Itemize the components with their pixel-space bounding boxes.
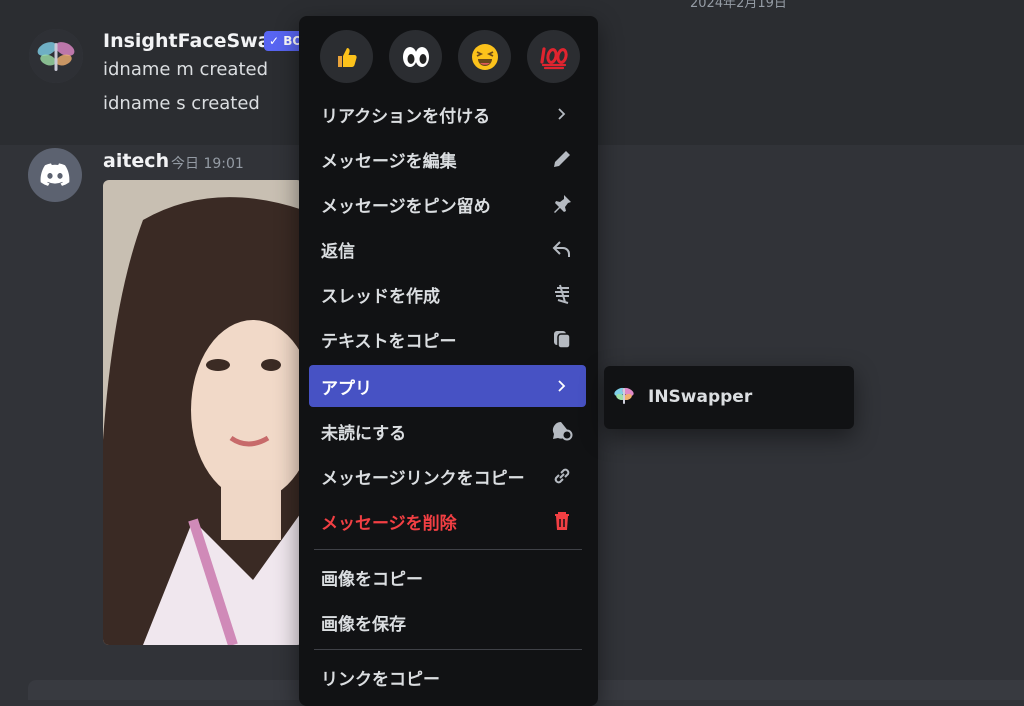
dragonfly-logo-icon bbox=[29, 29, 83, 83]
apps-submenu: INSwapper bbox=[604, 366, 854, 429]
menu-label: 未読にする bbox=[321, 423, 407, 444]
menu-label: 画像を保存 bbox=[321, 614, 406, 635]
reaction-eyes-button[interactable] bbox=[389, 30, 442, 83]
menu-create-thread[interactable]: スレッドを作成 bbox=[309, 273, 586, 315]
bot-avatar[interactable] bbox=[29, 29, 83, 83]
laughing-face-icon bbox=[471, 43, 498, 70]
user-username[interactable]: aitech bbox=[103, 150, 169, 172]
chevron-right-icon bbox=[550, 102, 574, 126]
chevron-right-icon bbox=[550, 374, 574, 398]
date-divider: 2024年2月19日 bbox=[690, 0, 787, 11]
menu-label: リアクションを付ける bbox=[321, 106, 491, 127]
quick-reactions bbox=[320, 30, 580, 84]
message-timestamp: 今日 19:01 bbox=[171, 156, 244, 172]
menu-label: テキストをコピー bbox=[321, 331, 457, 352]
reaction-laughing-button[interactable] bbox=[458, 30, 511, 83]
copy-text-icon bbox=[550, 327, 574, 351]
menu-reply[interactable]: 返信 bbox=[309, 228, 586, 270]
reaction-hundred-button[interactable] bbox=[527, 30, 580, 83]
reply-icon bbox=[550, 237, 574, 261]
menu-divider bbox=[314, 649, 582, 650]
menu-label: メッセージを削除 bbox=[321, 513, 457, 534]
message-line: idname s created bbox=[103, 93, 260, 114]
menu-mark-unread[interactable]: 未読にする bbox=[309, 410, 586, 452]
menu-label: メッセージリンクをコピー bbox=[321, 468, 525, 489]
attached-image[interactable] bbox=[103, 180, 303, 645]
eyes-icon bbox=[402, 46, 429, 67]
menu-label: メッセージをピン留め bbox=[321, 196, 491, 217]
menu-add-reaction[interactable]: リアクションを付ける bbox=[309, 93, 586, 135]
menu-pin-message[interactable]: メッセージをピン留め bbox=[309, 183, 586, 225]
menu-label: 画像をコピー bbox=[321, 569, 423, 590]
menu-label: 返信 bbox=[321, 241, 355, 262]
submenu-item-inswapper[interactable]: INSwapper bbox=[612, 374, 846, 420]
menu-label: リンクをコピー bbox=[321, 669, 440, 690]
message-context-menu: リアクションを付ける メッセージを編集 メッセージをピン留め 返信 スレッドを作… bbox=[299, 16, 598, 706]
menu-copy-message-link[interactable]: メッセージリンクをコピー bbox=[309, 455, 586, 497]
menu-edit-message[interactable]: メッセージを編集 bbox=[309, 138, 586, 180]
portrait-photo bbox=[103, 180, 303, 645]
user-avatar[interactable] bbox=[28, 148, 82, 202]
bot-username[interactable]: InsightFaceSwap bbox=[103, 30, 284, 52]
menu-delete-message[interactable]: メッセージを削除 bbox=[309, 500, 586, 542]
menu-divider bbox=[314, 549, 582, 550]
pin-icon bbox=[550, 192, 574, 216]
submenu-item-label: INSwapper bbox=[648, 387, 753, 407]
pencil-icon bbox=[550, 147, 574, 171]
discord-logo-icon bbox=[40, 163, 70, 186]
menu-label: アプリ bbox=[321, 378, 372, 399]
link-icon bbox=[550, 464, 574, 488]
hundred-points-icon bbox=[539, 46, 568, 69]
menu-copy-text[interactable]: テキストをコピー bbox=[309, 318, 586, 360]
thread-icon bbox=[550, 282, 574, 306]
thumbs-up-icon bbox=[337, 47, 357, 67]
menu-copy-image[interactable]: 画像をコピー bbox=[309, 556, 586, 598]
mark-unread-icon bbox=[550, 419, 574, 443]
bot-badge: ✓ BOT bbox=[264, 31, 304, 51]
menu-label: メッセージを編集 bbox=[321, 151, 457, 172]
menu-apps[interactable]: アプリ bbox=[309, 365, 586, 407]
reaction-thumbs-up-button[interactable] bbox=[320, 30, 373, 83]
menu-save-image[interactable]: 画像を保存 bbox=[309, 601, 586, 643]
message-line: idname m created bbox=[103, 59, 269, 80]
inswapper-app-icon bbox=[612, 383, 636, 411]
menu-label: スレッドを作成 bbox=[321, 286, 440, 307]
trash-icon bbox=[550, 509, 574, 533]
